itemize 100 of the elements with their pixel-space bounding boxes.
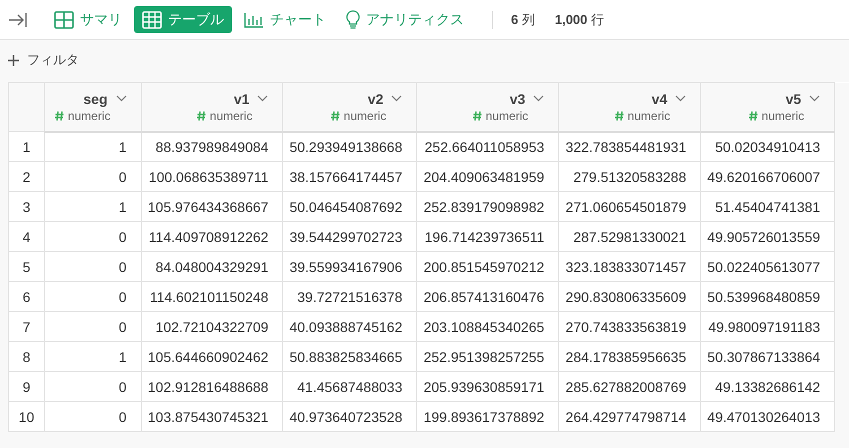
table-cell: 0 — [44, 282, 142, 312]
stat-count: 6 列 — [511, 10, 535, 28]
hash-icon — [614, 110, 624, 121]
type-label: numeric — [628, 108, 670, 123]
row-number: 3 — [8, 192, 44, 222]
table-cell: 49.13382686142 — [700, 372, 835, 402]
row-number: 6 — [8, 282, 44, 312]
table-cell: 105.644660902462 — [141, 342, 283, 372]
column-header[interactable]: v1 numeric — [141, 82, 283, 132]
row-number: 7 — [8, 312, 44, 342]
table-cell: 323.183833071457 — [558, 252, 701, 282]
bar-chart-icon — [244, 12, 264, 28]
table-cell: 102.72104322709 — [141, 312, 283, 342]
table-cell: 196.714239736511 — [416, 222, 559, 252]
table-cell: 252.951398257255 — [416, 342, 559, 372]
column-name: seg — [83, 90, 108, 107]
table-cell: 290.830806335609 — [558, 282, 701, 312]
table-cell: 287.52981330021 — [558, 222, 701, 252]
row-number: 4 — [8, 222, 44, 252]
row-number: 9 — [8, 372, 44, 402]
table-cell: 284.178385956635 — [558, 342, 701, 372]
column-header[interactable]: v2 numeric — [282, 82, 417, 132]
table-cell: 88.937989849084 — [141, 132, 283, 162]
table-cell: 50.02034910413 — [700, 132, 835, 162]
caret-icon[interactable] — [675, 95, 686, 102]
corner-cell — [8, 82, 44, 132]
collapse-icon[interactable] — [8, 12, 28, 28]
row-number: 1 — [8, 132, 44, 162]
table-cell: 49.620166706007 — [700, 162, 835, 192]
table-cell: 49.470130264013 — [700, 402, 835, 432]
column-header[interactable]: seg numeric — [44, 82, 142, 132]
row-number: 8 — [8, 342, 44, 372]
table-cell: 38.157664174457 — [282, 162, 417, 192]
table-cell: 49.980097191183 — [700, 312, 835, 342]
table-cell: 203.108845340265 — [416, 312, 559, 342]
caret-icon[interactable] — [116, 95, 127, 102]
column-name: v3 — [510, 90, 526, 107]
hash-icon — [196, 110, 206, 121]
table-cell: 322.783854481931 — [558, 132, 701, 162]
table-cell: 105.976434368667 — [141, 192, 283, 222]
caret-icon[interactable] — [809, 95, 820, 102]
table-cell: 50.883825834665 — [282, 342, 417, 372]
table-cell: 0 — [44, 162, 142, 192]
table-cell: 0 — [44, 252, 142, 282]
table-cell: 0 — [44, 402, 142, 432]
table-cell: 0 — [44, 222, 142, 252]
table-cell: 50.293949138668 — [282, 132, 417, 162]
table-cell: 0 — [44, 312, 142, 342]
table-cell: 0 — [44, 372, 142, 402]
hash-icon — [748, 110, 758, 121]
row-number: 2 — [8, 162, 44, 192]
table-cell: 39.559934167906 — [282, 252, 417, 282]
type-label: numeric — [762, 108, 804, 123]
column-name: v1 — [234, 90, 250, 107]
type-label: numeric — [344, 108, 386, 123]
table-cell: 84.048004329291 — [141, 252, 283, 282]
type-label: numeric — [68, 108, 111, 123]
table-cell: 114.602101150248 — [141, 282, 283, 312]
type-label: numeric — [486, 108, 528, 123]
table-cell: 1 — [44, 192, 142, 222]
table-cell: 1 — [44, 342, 142, 372]
table-cell: 50.539968480859 — [700, 282, 835, 312]
table-cell: 102.912816488688 — [141, 372, 283, 402]
hash-icon — [330, 110, 340, 121]
table-cell: 205.939630859171 — [416, 372, 559, 402]
caret-icon[interactable] — [533, 95, 544, 102]
table-icon — [142, 10, 162, 28]
table-cell: 271.060654501879 — [558, 192, 701, 222]
table-cell: 252.839179098982 — [416, 192, 559, 222]
stat-count: 1,000 行 — [554, 10, 604, 28]
table-cell: 50.307867133864 — [700, 342, 835, 372]
table-cell: 100.068635389711 — [141, 162, 283, 192]
table-cell: 103.875430745321 — [141, 402, 283, 432]
table-cell: 200.851545970212 — [416, 252, 559, 282]
row-number: 5 — [8, 252, 44, 282]
hash-icon — [472, 110, 482, 121]
table-cell: 50.046454087692 — [282, 192, 417, 222]
caret-icon[interactable] — [391, 95, 402, 102]
row-number: 10 — [8, 402, 44, 432]
add-filter-button[interactable]: フィルタ — [8, 51, 79, 69]
table-cell: 270.743833563819 — [558, 312, 701, 342]
table-cell: 50.022405613077 — [700, 252, 835, 282]
table-cell: 49.905726013559 — [700, 222, 835, 252]
type-label: numeric — [210, 108, 252, 123]
plus-icon — [8, 54, 19, 66]
table-cell: 204.409063481959 — [416, 162, 559, 192]
table-cell: 285.627882008769 — [558, 372, 701, 402]
hash-icon — [54, 110, 64, 121]
column-header[interactable]: v5 numeric — [700, 82, 835, 132]
table-cell: 41.45687488033 — [282, 372, 417, 402]
column-header[interactable]: v3 numeric — [416, 82, 559, 132]
column-header[interactable]: v4 numeric — [558, 82, 701, 132]
caret-icon[interactable] — [257, 95, 268, 102]
table-cell: 252.664011058953 — [416, 132, 559, 162]
table-cell: 39.544299702723 — [282, 222, 417, 252]
table-cell: 40.973640723528 — [282, 402, 417, 432]
table-cell: 40.093888745162 — [282, 312, 417, 342]
table-cell: 279.51320583288 — [558, 162, 701, 192]
table-cell: 39.72721516378 — [282, 282, 417, 312]
column-name: v5 — [786, 90, 802, 107]
